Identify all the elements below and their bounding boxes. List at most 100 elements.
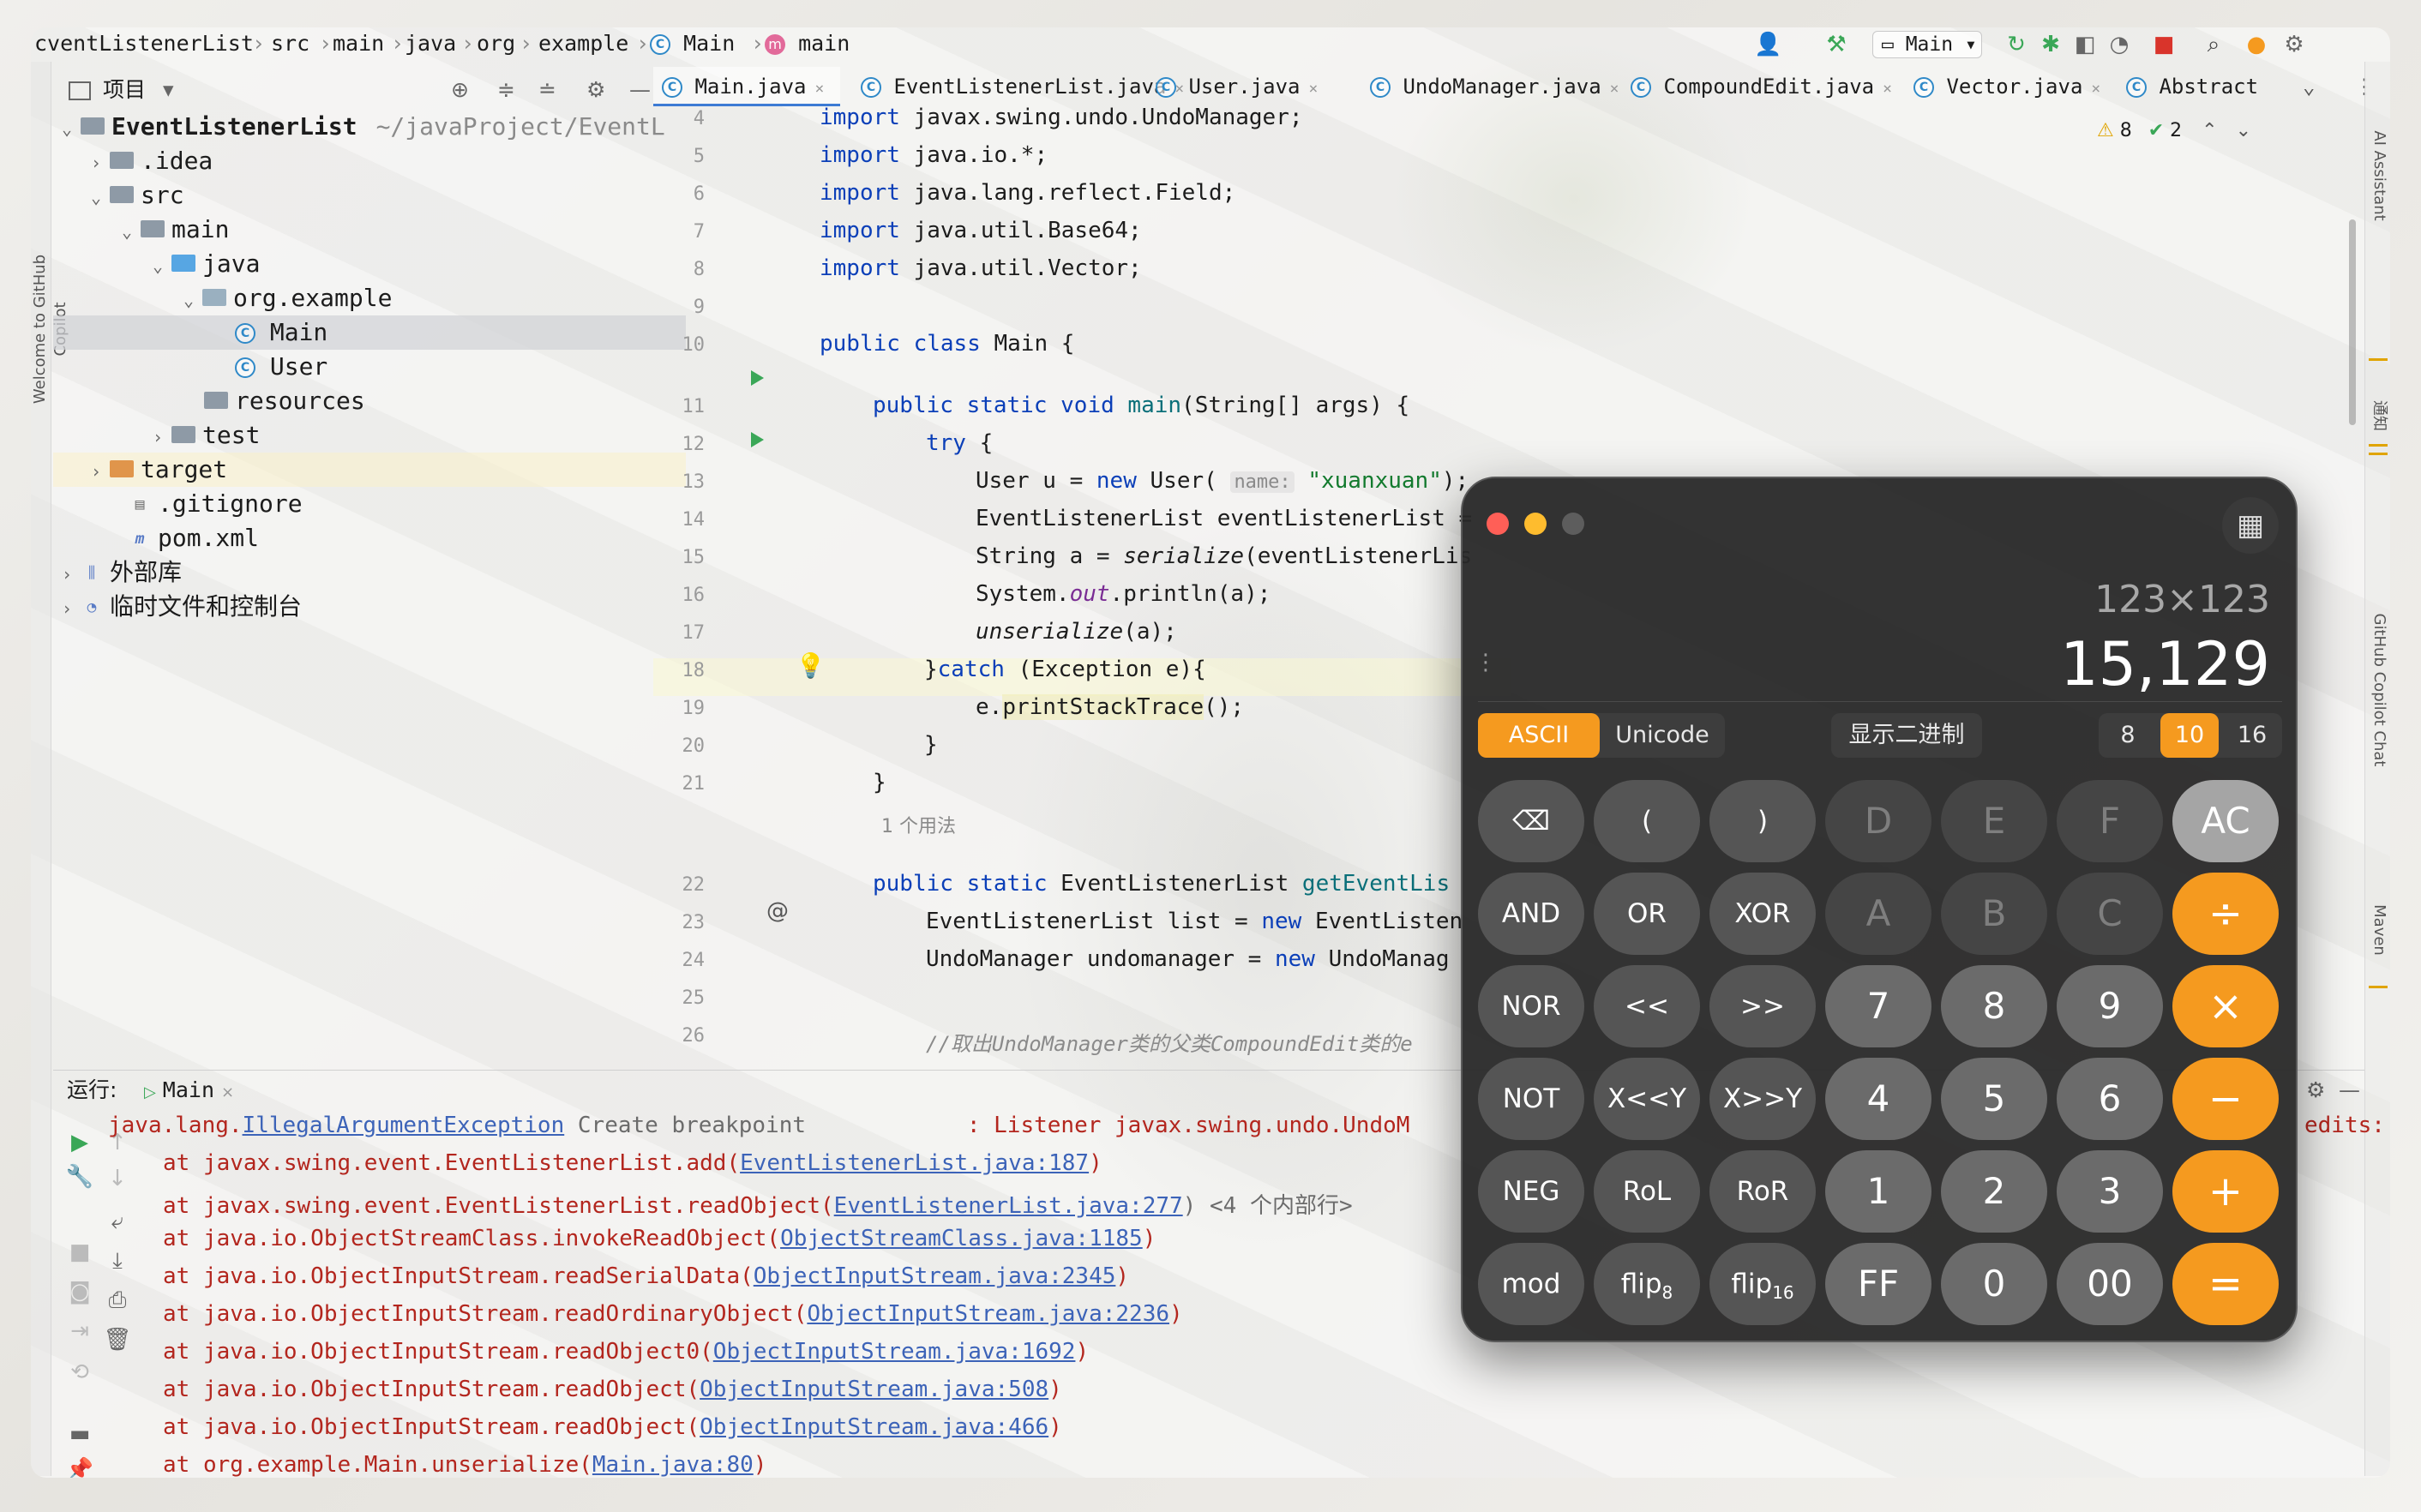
source-link[interactable]: Main.java:80 bbox=[592, 1452, 754, 1478]
project-panel-title[interactable]: 项目 bbox=[103, 77, 146, 102]
minus-key[interactable]: − bbox=[2172, 1058, 2279, 1140]
maven-tab[interactable]: Maven bbox=[2368, 829, 2390, 1031]
close-icon[interactable]: × bbox=[1610, 80, 1619, 98]
inspection-widget[interactable]: ⚠ 8 ✔ 2 ⌃ ⌄ bbox=[2097, 120, 2251, 141]
base-16-button[interactable]: 16 bbox=[2222, 713, 2282, 758]
editor-scrollbar[interactable] bbox=[2347, 108, 2358, 1070]
tree-item-org-example[interactable]: ⌄ org.example bbox=[53, 281, 686, 315]
source-link[interactable]: ObjectStreamClass.java:1185 bbox=[780, 1226, 1143, 1251]
7-key[interactable]: 7 bbox=[1825, 965, 1931, 1047]
pin-icon[interactable]: 📌 bbox=[65, 1455, 94, 1478]
source-link[interactable]: EventListenerList.java:277 bbox=[834, 1193, 1183, 1219]
close-paren-key[interactable]: ) bbox=[1709, 780, 1816, 862]
stop-icon[interactable]: ■ bbox=[2150, 31, 2178, 58]
a-key[interactable]: A bbox=[1825, 873, 1931, 955]
tab-vector-java[interactable]: C Vector.java × bbox=[1905, 67, 2107, 106]
settings-gear-icon[interactable]: ⚙ bbox=[2280, 31, 2308, 58]
breadcrumb-method-main[interactable]: m main bbox=[765, 27, 850, 60]
flip-8-key[interactable]: flip8 bbox=[1594, 1243, 1700, 1325]
2-key[interactable]: 2 bbox=[1941, 1150, 2047, 1233]
tree-item-target[interactable]: › target bbox=[53, 453, 686, 487]
e-key[interactable]: E bbox=[1941, 780, 2047, 862]
tree-item-src[interactable]: ⌄ src bbox=[53, 178, 686, 213]
drag-handle-icon[interactable]: ⋮ bbox=[1475, 650, 1497, 675]
update-icon[interactable]: ● bbox=[2243, 31, 2270, 58]
exit-icon[interactable]: ⇥ bbox=[65, 1317, 94, 1346]
unicode-button[interactable]: Unicode bbox=[1600, 713, 1725, 758]
f-key[interactable]: F bbox=[2057, 780, 2163, 862]
account-icon[interactable]: 👤 bbox=[1754, 31, 1781, 58]
tab-compoundedit-java[interactable]: C CompoundEdit.java × bbox=[1622, 67, 1903, 106]
source-link[interactable]: ObjectInputStream.java:1692 bbox=[713, 1339, 1076, 1365]
d-key[interactable]: D bbox=[1825, 780, 1931, 862]
search-icon[interactable]: ⌕ bbox=[2200, 31, 2227, 58]
breadcrumb-src[interactable]: src bbox=[271, 27, 309, 60]
3-key[interactable]: 3 bbox=[2057, 1150, 2163, 1233]
tab-abstract[interactable]: C Abstract bbox=[2118, 67, 2272, 106]
neg-key[interactable]: NEG bbox=[1478, 1150, 1584, 1233]
tab-undomanager-java[interactable]: C UndoManager.java × bbox=[1361, 67, 1619, 106]
tab-main-java[interactable]: C Main.java × bbox=[653, 67, 840, 106]
run-class-gutter-icon[interactable] bbox=[751, 370, 764, 386]
source-link[interactable]: ObjectInputStream.java:508 bbox=[700, 1377, 1048, 1402]
9-key[interactable]: 9 bbox=[2057, 965, 2163, 1047]
run-tab-main[interactable]: ▷ Main × bbox=[144, 1071, 234, 1113]
copilot-welcome-tab[interactable]: Welcome to GitHub Copilot bbox=[31, 231, 69, 428]
settings-gear-icon[interactable]: ⚙ bbox=[2306, 1071, 2325, 1110]
1-key[interactable]: 1 bbox=[1825, 1150, 1931, 1233]
tree-root[interactable]: ⌄ EventListenerList ~/javaProject/EventL bbox=[53, 110, 686, 144]
and-key[interactable]: AND bbox=[1478, 873, 1584, 955]
base-10-button[interactable]: 10 bbox=[2160, 713, 2219, 758]
settings-wrench-icon[interactable]: 🔧 bbox=[65, 1162, 94, 1191]
notifications-tab[interactable]: 通知 bbox=[2368, 315, 2390, 517]
rerun-icon[interactable]: ▶ bbox=[65, 1128, 94, 1157]
source-link[interactable]: ObjectInputStream.java:466 bbox=[700, 1414, 1048, 1440]
build-hammer-icon[interactable]: ⚒ bbox=[1823, 31, 1850, 58]
minimize-window-button[interactable] bbox=[1524, 513, 1547, 535]
8-key[interactable]: 8 bbox=[1941, 965, 2047, 1047]
source-link[interactable]: ObjectInputStream.java:2345 bbox=[754, 1263, 1116, 1289]
breadcrumb-project[interactable]: cventListenerList bbox=[34, 27, 254, 60]
rol-key[interactable]: RoL bbox=[1594, 1150, 1700, 1233]
0-key[interactable]: 0 bbox=[1941, 1243, 2047, 1325]
hide-panel-icon[interactable]: — bbox=[629, 70, 651, 110]
flip-16-key[interactable]: flip16 bbox=[1709, 1243, 1816, 1325]
nor-key[interactable]: NOR bbox=[1478, 965, 1584, 1047]
close-icon[interactable]: × bbox=[1309, 80, 1319, 98]
tree-item-pom[interactable]: m pom.xml bbox=[53, 521, 686, 555]
divide-key[interactable]: ÷ bbox=[2172, 873, 2279, 955]
chevron-down-icon[interactable]: ⌄ bbox=[2303, 67, 2315, 106]
6-key[interactable]: 6 bbox=[2057, 1058, 2163, 1140]
chevron-down-icon[interactable]: ▾ bbox=[163, 77, 174, 102]
breadcrumb-java[interactable]: java bbox=[405, 27, 456, 60]
camera-icon[interactable]: ◙ bbox=[65, 1277, 94, 1306]
expand-all-icon[interactable]: ≑ bbox=[497, 70, 515, 110]
restore-layout-icon[interactable]: ⟲ bbox=[65, 1358, 94, 1387]
collapse-all-icon[interactable]: ≐ bbox=[538, 70, 556, 110]
tree-item-main[interactable]: ⌄ main bbox=[53, 213, 686, 247]
breadcrumb-example[interactable]: example bbox=[538, 27, 628, 60]
coverage-icon[interactable]: ◧ bbox=[2071, 31, 2099, 58]
backspace-key[interactable]: ⌫ bbox=[1478, 780, 1584, 862]
multiply-key[interactable]: × bbox=[2172, 965, 2279, 1047]
run-main-gutter-icon[interactable] bbox=[751, 432, 764, 447]
tree-item-user-class[interactable]: C User bbox=[53, 350, 686, 384]
close-icon[interactable]: × bbox=[221, 1083, 234, 1101]
tree-item-java[interactable]: ⌄ java bbox=[53, 247, 686, 281]
tree-item-external-libraries[interactable]: › ⫼ 外部库 bbox=[53, 555, 686, 590]
options-gear-icon[interactable]: ⚙ bbox=[586, 70, 605, 110]
stop-icon[interactable]: ■ bbox=[65, 1238, 94, 1267]
xor-key[interactable]: XOR bbox=[1709, 873, 1816, 955]
close-window-button[interactable] bbox=[1487, 513, 1509, 535]
tab-eventlistenerlist-java[interactable]: C EventListenerList.java × bbox=[852, 67, 1184, 106]
override-at-icon[interactable]: @ bbox=[766, 898, 789, 924]
x-shift-right-y-key[interactable]: X>>Y bbox=[1709, 1058, 1816, 1140]
ascii-button[interactable]: ASCII bbox=[1478, 713, 1600, 758]
run-configuration-select[interactable]: ▭ Main ▾ bbox=[1872, 31, 1982, 58]
open-paren-key[interactable]: ( bbox=[1594, 780, 1700, 862]
base-8-button[interactable]: 8 bbox=[2099, 713, 2157, 758]
or-key[interactable]: OR bbox=[1594, 873, 1700, 955]
profile-icon[interactable]: ◔ bbox=[2106, 31, 2133, 58]
hide-panel-icon[interactable]: — bbox=[2339, 1071, 2360, 1110]
rerun-icon[interactable]: ↻ bbox=[2003, 31, 2030, 58]
